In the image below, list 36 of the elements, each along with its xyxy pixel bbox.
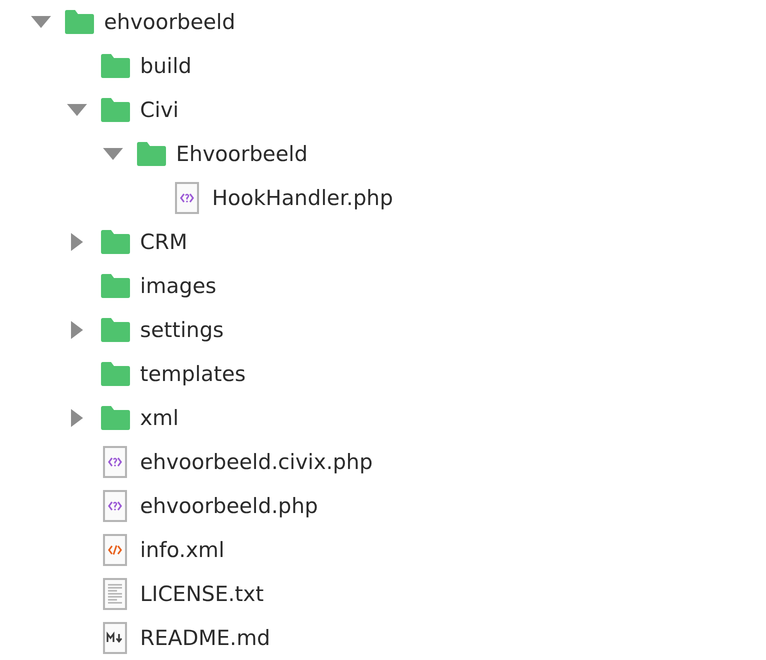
- php-file-icon: [103, 446, 127, 478]
- collapsed-arrow-icon[interactable]: [71, 233, 83, 251]
- expanded-arrow-icon[interactable]: [103, 148, 123, 160]
- folder-icon: [100, 54, 130, 78]
- file-name[interactable]: README.md: [140, 626, 270, 650]
- expanded-arrow-icon[interactable]: [67, 104, 87, 116]
- markdown-file-icon: [103, 622, 127, 654]
- text-file-icon: [103, 578, 127, 610]
- folder-icon: [100, 230, 130, 254]
- folder-icon: [136, 142, 166, 166]
- folder-icon: [100, 362, 130, 386]
- folder-name[interactable]: templates: [140, 362, 246, 386]
- folder-name[interactable]: Civi: [140, 98, 179, 122]
- folder-icon: [100, 274, 130, 298]
- folder-name[interactable]: xml: [140, 406, 179, 430]
- expanded-arrow-icon[interactable]: [31, 16, 51, 28]
- folder-name[interactable]: ehvoorbeeld: [104, 10, 236, 34]
- file-name[interactable]: HookHandler.php: [212, 186, 394, 210]
- folder-name[interactable]: CRM: [140, 230, 188, 254]
- folder-name[interactable]: Ehvoorbeeld: [176, 142, 308, 166]
- file-name[interactable]: ehvoorbeeld.civix.php: [140, 450, 373, 474]
- folder-name[interactable]: images: [140, 274, 216, 298]
- folder-icon: [100, 318, 130, 342]
- collapsed-arrow-icon[interactable]: [71, 409, 83, 427]
- php-file-icon: [103, 490, 127, 522]
- folder-icon: [100, 406, 130, 430]
- folder-name[interactable]: build: [140, 54, 192, 78]
- file-name[interactable]: ehvoorbeeld.php: [140, 494, 318, 518]
- file-name[interactable]: info.xml: [140, 538, 224, 562]
- folder-name[interactable]: settings: [140, 318, 224, 342]
- php-file-icon: [175, 182, 199, 214]
- collapsed-arrow-icon[interactable]: [71, 321, 83, 339]
- code-file-icon: [103, 534, 127, 566]
- file-name[interactable]: LICENSE.txt: [140, 582, 264, 606]
- folder-icon: [64, 10, 94, 34]
- folder-icon: [100, 98, 130, 122]
